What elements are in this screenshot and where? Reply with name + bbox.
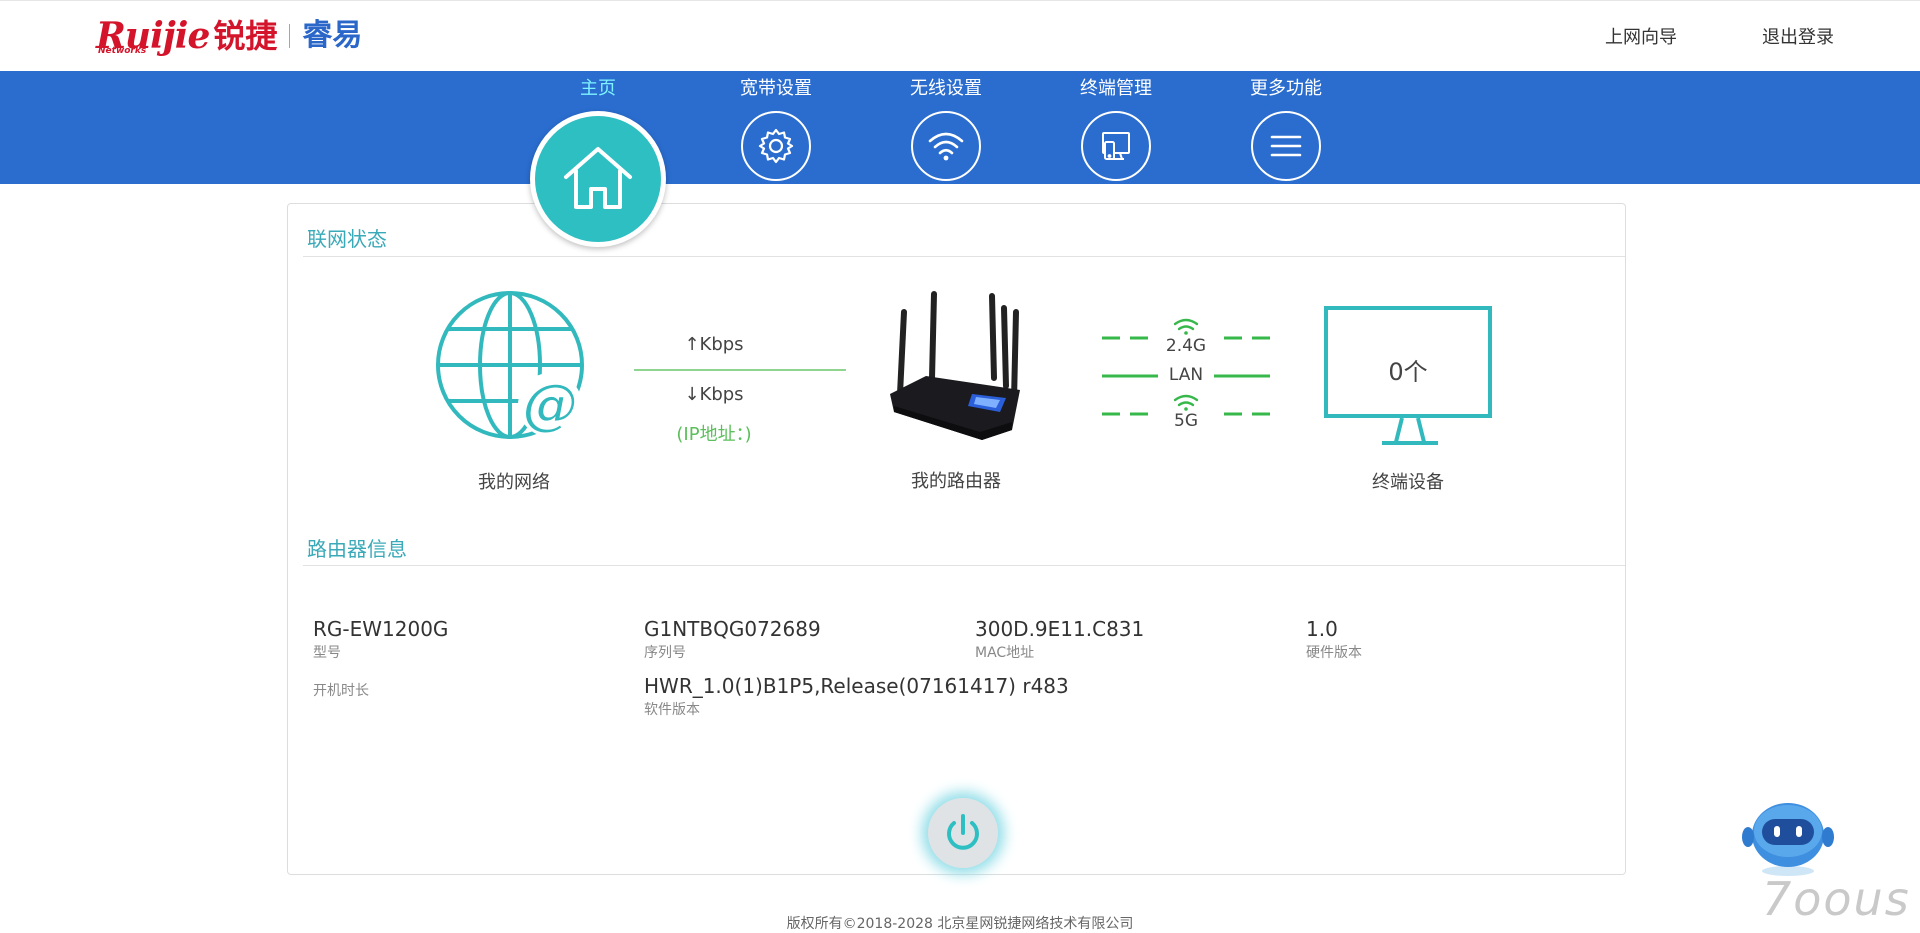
uptime-label: 开机时长 [313, 683, 369, 699]
devices-icon[interactable] [1081, 111, 1151, 181]
wifi-24g-icon [1173, 318, 1199, 335]
nav-label-home: 主页 [580, 78, 616, 99]
logout-link[interactable]: 退出登录 [1762, 23, 1834, 49]
nav-item-wireless[interactable]: 无线设置 [886, 71, 1006, 181]
logo-product: 睿易 [302, 18, 363, 53]
logo-divider [289, 24, 291, 48]
main-card: 联网状态 @ 我的网络 ↑Kbps ↓Kbps (IP地址：) 我的路由器 2.… [287, 203, 1626, 875]
network-status-title: 联网状态 [307, 227, 387, 251]
logo-networks: Networks [98, 46, 147, 56]
power-button[interactable] [928, 798, 998, 868]
sw-version-value: HWR_1.0(1)B1P5,Release(07161417) r483 [644, 674, 1069, 698]
robot-assistant-icon[interactable] [1742, 797, 1834, 877]
model-value: RG-EW1200G [313, 617, 449, 641]
monitor-icon[interactable]: 0个 [1324, 306, 1492, 418]
power-icon [947, 814, 979, 850]
download-speed: ↓Kbps [684, 384, 744, 405]
upload-speed: ↑Kbps [684, 334, 744, 355]
globe-icon: @ [436, 291, 584, 439]
serial-label: 序列号 [644, 645, 686, 661]
footer-copyright: 版权所有©2018-2028 北京星网锐捷网络技术有限公司 [786, 916, 1134, 932]
nav-label-wireless: 无线设置 [910, 78, 982, 99]
hw-version-value: 1.0 [1306, 617, 1338, 641]
wan-link-line [634, 369, 846, 371]
section-divider [303, 565, 1625, 566]
main-nav: 主页 宽带设置 无线设置 终端管理 更多功能 [0, 71, 1920, 184]
nav-item-more[interactable]: 更多功能 [1226, 71, 1346, 181]
terminal-label: 终端设备 [1372, 472, 1444, 493]
model-label: 型号 [313, 645, 341, 661]
nav-label-broadband: 宽带设置 [740, 78, 812, 99]
mac-value: 300D.9E11.C831 [975, 617, 1145, 641]
serial-value: G1NTBQG072689 [644, 617, 821, 641]
my-network-label: 我的网络 [478, 472, 550, 493]
nav-label-more: 更多功能 [1250, 78, 1322, 99]
band-24g-label: 2.4G [1165, 336, 1207, 356]
logo-cn: 锐捷 [213, 17, 278, 55]
svg-text:@: @ [523, 373, 577, 436]
setup-wizard-link[interactable]: 上网向导 [1605, 23, 1677, 49]
band-lan-label: LAN [1168, 365, 1204, 385]
hw-version-label: 硬件版本 [1306, 645, 1362, 661]
gear-icon[interactable] [741, 111, 811, 181]
menu-icon[interactable] [1251, 111, 1321, 181]
ip-address: (IP地址：) [676, 424, 752, 445]
my-router-label: 我的路由器 [911, 471, 1001, 492]
band-5g-label: 5G [1174, 411, 1198, 431]
terminal-count: 0个 [1388, 358, 1428, 386]
nav-item-terminals[interactable]: 终端管理 [1056, 71, 1176, 181]
nav-item-home[interactable]: 主页 [538, 71, 658, 100]
router-info-title: 路由器信息 [307, 537, 407, 561]
monitor-stand [1382, 418, 1438, 445]
router-image [890, 291, 1020, 440]
nav-item-broadband[interactable]: 宽带设置 [716, 71, 836, 181]
section-divider [303, 256, 1625, 257]
nav-label-terminals: 终端管理 [1080, 78, 1152, 99]
sw-version-label: 软件版本 [644, 702, 700, 718]
home-icon[interactable] [530, 111, 666, 247]
watermark-7ools: 7oous [1762, 872, 1911, 926]
mac-label: MAC地址 [975, 645, 1035, 661]
wifi-5g-icon [1173, 394, 1199, 411]
top-bar: Ruijie Networks 锐捷 睿易 上网向导 退出登录 [0, 0, 1920, 71]
ruijie-logo: Ruijie Networks 锐捷 睿易 [96, 15, 362, 57]
wifi-icon[interactable] [911, 111, 981, 181]
